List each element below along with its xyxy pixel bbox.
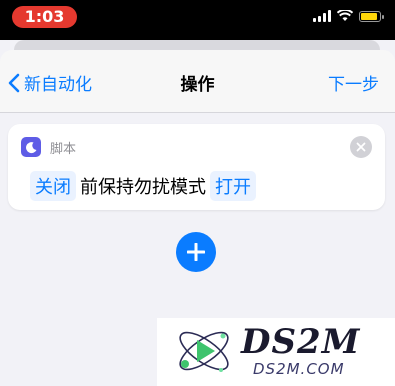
mode-token[interactable]: 打开: [210, 171, 256, 201]
add-action-button[interactable]: [176, 232, 216, 272]
back-button[interactable]: 新自动化: [8, 70, 92, 95]
action-app-label: 脚本: [50, 142, 77, 157]
state-token[interactable]: 关闭: [30, 171, 76, 201]
navigation-bar: 新自动化 操作 下一步: [0, 50, 395, 113]
action-card: 脚本 关闭 前保持勿扰模式 打开: [8, 124, 385, 210]
watermark-subtitle: DS2M.COM: [253, 360, 345, 378]
next-button[interactable]: 下一步: [328, 70, 379, 95]
plus-icon: [187, 243, 205, 261]
status-time: 1:03: [24, 7, 65, 26]
battery-icon: [359, 10, 384, 22]
status-icons: [313, 10, 384, 22]
watermark: DS2M DS2M.COM: [157, 318, 395, 386]
time-pill: 1:03: [12, 6, 77, 28]
chevron-left-icon: [8, 73, 20, 92]
cellular-signal-icon: [313, 10, 331, 22]
watermark-logo-icon: [179, 331, 229, 372]
status-bar: 1:03: [0, 0, 395, 40]
action-text: 前保持勿扰模式: [80, 177, 206, 198]
moon-icon: [21, 137, 41, 157]
wifi-icon: [337, 10, 353, 21]
remove-action-button[interactable]: [350, 136, 372, 158]
watermark-title: DS2M: [241, 322, 361, 362]
back-button-label: 新自动化: [24, 75, 92, 95]
action-sentence: 关闭 前保持勿扰模式 打开: [30, 171, 256, 201]
close-icon: [356, 142, 366, 152]
